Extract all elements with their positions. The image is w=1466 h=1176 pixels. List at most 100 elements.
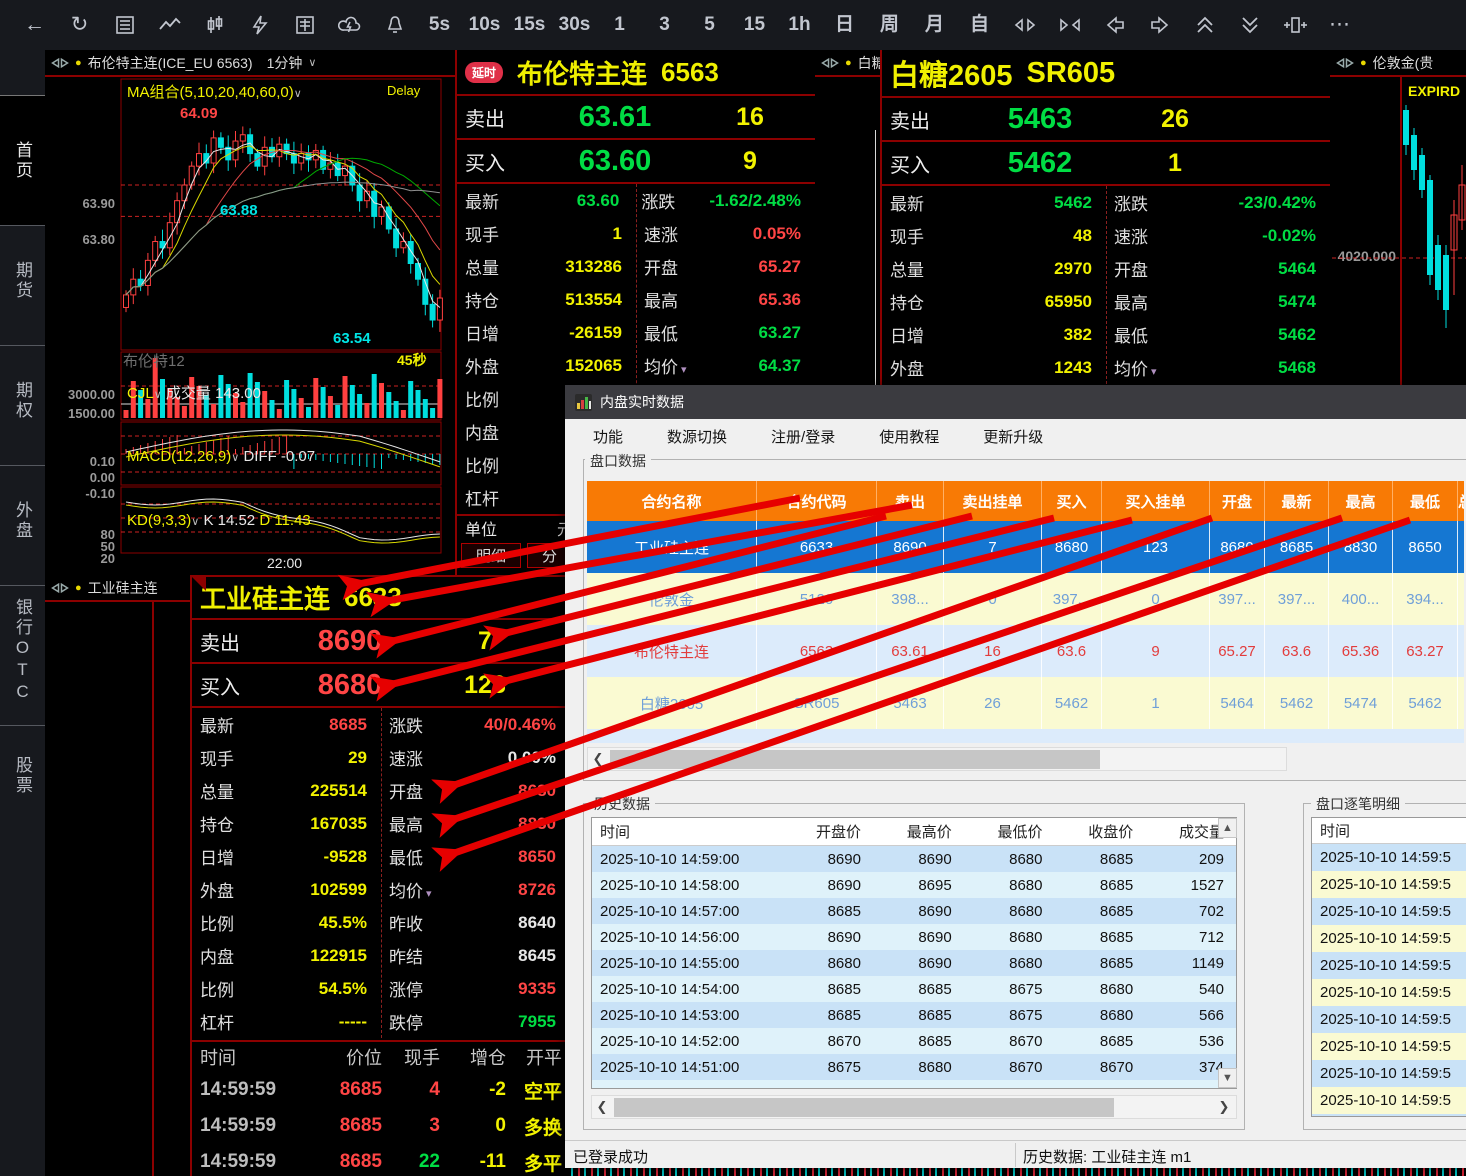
sidebar-tab-2[interactable]: 期货 [0,225,45,335]
ask-row[interactable]: 卖出 5463 26 [882,98,1330,142]
detail-row[interactable]: 2025-10-10 14:59:5 [1312,925,1466,952]
volume-indicator-label[interactable]: CJL∨ 成交量 143.00 [127,382,261,403]
field-label: 开盘 [636,254,712,279]
dropdown-caret-icon[interactable]: ▾ [681,364,687,376]
period-button-自[interactable]: 自 [957,0,1002,50]
lightning-icon[interactable] [237,0,282,50]
chevron-down-icon[interactable]: ∨ [308,56,316,69]
detail-row[interactable]: 2025-10-10 14:59:5 [1312,898,1466,925]
sidebar-tab-3[interactable]: 期权 [0,345,45,455]
period-button-15[interactable]: 15 [732,0,777,50]
status-dot-icon: ● [75,57,82,69]
detail-row[interactable]: 2025-10-10 14:59:5 [1312,1033,1466,1060]
scroll-left-icon[interactable]: ❮ [592,1099,612,1115]
period-button-15s[interactable]: 15s [507,0,552,50]
detail-row[interactable]: 2025-10-10 14:59:5 [1312,1087,1466,1114]
period-button-1h[interactable]: 1h [777,0,822,50]
tab-detail[interactable]: 明细 [461,543,521,568]
gold-kline-chart[interactable] [1330,77,1466,385]
chevrons-down-icon[interactable] [1227,0,1272,50]
realtime-data-window[interactable]: 内盘实时数据 功能数源切换注册/登录使用教程更新升级 盘口数据 合约名称合约代码… [565,385,1466,1168]
bid-row[interactable]: 买入 63.60 9 [457,140,815,184]
ask-row[interactable]: 卖出 8690 7 [192,620,570,664]
dropdown-caret-icon[interactable]: ▾ [1151,366,1157,378]
ma-indicator-label[interactable]: MA组合(5,10,20,40,60,0)∨ [127,81,302,102]
period-button-10s[interactable]: 10s [462,0,507,50]
sidebar-tab-4[interactable]: 外盘 [0,465,45,575]
history-row[interactable]: 2025-10-10 14:51:008675868086708670374 [592,1054,1236,1080]
page-right-icon[interactable] [1137,0,1182,50]
board-row[interactable]: 布伦特主连656363.611663.6965.2763.665.3663.27 [587,625,1464,677]
history-row[interactable]: 2025-10-10 14:52:008670868586708685536 [592,1028,1236,1054]
board-row[interactable]: 工业硅主连66338690786801238680868588308650 [587,521,1464,573]
quote-list-icon[interactable] [102,0,147,50]
history-row[interactable]: 2025-10-10 14:59:008690869086808685209 [592,846,1236,872]
board-row[interactable]: 伦敦金5120398...0397...0397...397...400...3… [587,573,1464,625]
sidebar-tab-1[interactable]: 首页 [0,95,45,225]
period-button-5s[interactable]: 5s [417,0,462,50]
menu-item[interactable]: 功能 [593,426,623,447]
menu-item[interactable]: 使用教程 [879,426,939,447]
detail-row[interactable]: 2025-10-10 14:59:5 [1312,1114,1466,1117]
history-row[interactable]: 2025-10-10 14:53:008685868586758680566 [592,1002,1236,1028]
candlestick-icon[interactable] [192,0,237,50]
history-row[interactable]: 2025-10-10 14:50:00867086758665867552 [592,1080,1236,1089]
period-button-30s[interactable]: 30s [552,0,597,50]
history-cell: 8680 [1054,981,1145,998]
period-select[interactable]: 1分钟 [267,53,303,73]
scroll-down-icon[interactable]: ▼ [1218,1068,1237,1088]
unit-label: 单位 [465,516,497,540]
detail-row[interactable]: 2025-10-10 14:59:5 [1312,979,1466,1006]
menu-item[interactable]: 更新升级 [983,426,1043,447]
refresh-icon[interactable]: ↻ [57,0,102,50]
bid-row[interactable]: 买入 5462 1 [882,142,1330,186]
bid-row[interactable]: 买入 8680 123 [192,664,570,708]
dropdown-caret-icon[interactable]: ▾ [426,888,432,900]
menu-item[interactable]: 注册/登录 [771,426,835,447]
history-row[interactable]: 2025-10-10 14:55:0086808690868086851149 [592,950,1236,976]
board-row[interactable]: 白糖2605SR605546326546215464546254745462 [587,677,1464,729]
bell-icon[interactable] [372,0,417,50]
scroll-right-icon[interactable]: ❯ [1214,1099,1234,1115]
detail-row[interactable]: 2025-10-10 14:59:5 [1312,1006,1466,1033]
history-row[interactable]: 2025-10-10 14:54:008685868586758680540 [592,976,1236,1002]
period-button-周[interactable]: 周 [867,0,912,50]
history-cell: 209 [1145,851,1236,868]
scroll-left-icon[interactable]: ❮ [588,751,608,767]
detail-row[interactable]: 2025-10-10 14:59:5 [1312,1060,1466,1087]
history-hscrollbar[interactable]: ❮ ❯ [591,1095,1237,1119]
split-collapse-icon[interactable] [1047,0,1092,50]
scrollbar-thumb[interactable] [614,1098,1114,1117]
sidebar-tab-6[interactable]: 股票 [0,725,45,825]
kd-indicator-label[interactable]: KD(9,3,3)∨ K 14.52 D 11.43 [127,512,311,529]
insert-pane-icon[interactable] [1272,0,1317,50]
detail-row[interactable]: 2025-10-10 14:59:5 [1312,844,1466,871]
silicon-chart-strip: ● 工业硅主连 [45,575,190,1176]
ask-row[interactable]: 卖出 63.61 16 [457,96,815,140]
period-button-月[interactable]: 月 [912,0,957,50]
scroll-up-icon[interactable]: ▲ [1218,818,1237,838]
line-chart-icon[interactable] [147,0,192,50]
more-icon[interactable]: ⋯ [1317,0,1362,50]
period-button-3[interactable]: 3 [642,0,687,50]
page-left-icon[interactable] [1092,0,1137,50]
scrollbar-thumb[interactable] [610,750,1100,769]
period-button-1[interactable]: 1 [597,0,642,50]
detail-row[interactable]: 2025-10-10 14:59:5 [1312,871,1466,898]
menu-item[interactable]: 数源切换 [667,426,727,447]
cloud-flash-icon[interactable] [327,0,372,50]
detail-row[interactable]: 2025-10-10 14:59:5 [1312,952,1466,979]
period-button-日[interactable]: 日 [822,0,867,50]
history-row[interactable]: 2025-10-10 14:58:0086908695868086851527 [592,872,1236,898]
macd-indicator-label[interactable]: MACD(12,26,9)∨ DIFF -0.07 [127,448,315,465]
back-icon[interactable]: ← [12,0,57,50]
period-button-5[interactable]: 5 [687,0,732,50]
order-ticket-icon[interactable] [282,0,327,50]
split-expand-icon[interactable] [1002,0,1047,50]
window-titlebar[interactable]: 内盘实时数据 [565,385,1466,419]
history-row[interactable]: 2025-10-10 14:56:008690869086808685712 [592,924,1236,950]
chevrons-up-icon[interactable] [1182,0,1227,50]
board-hscrollbar[interactable]: ❮ [587,747,1287,771]
history-row[interactable]: 2025-10-10 14:57:008685869086808685702 [592,898,1236,924]
sidebar-tab-5[interactable]: 银行OTC [0,585,45,715]
